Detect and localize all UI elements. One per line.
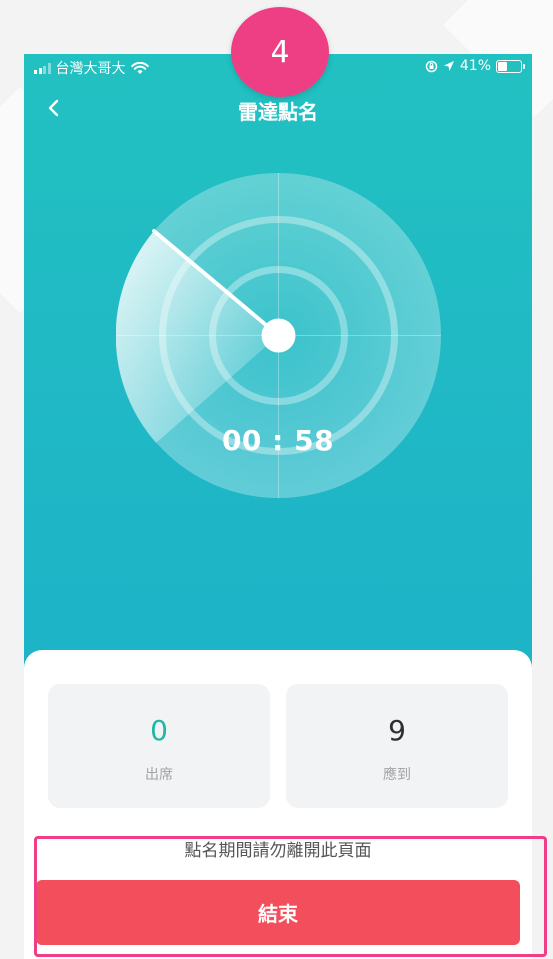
attended-count: 0: [150, 714, 168, 747]
radar-center-dot: [261, 318, 296, 353]
step-number-badge: 4: [231, 7, 329, 97]
orientation-lock-icon: [425, 60, 438, 72]
highlight-annotation-box: [34, 836, 547, 957]
phone-screen: 台灣大哥大 41% 雷達點名 00: 58 0 出席 9 應到 點名期間請勿離…: [24, 54, 532, 959]
location-arrow-icon: [443, 61, 454, 71]
page-title: 雷達點名: [238, 100, 318, 124]
expected-label: 應到: [383, 767, 411, 783]
attended-label: 出席: [145, 767, 173, 783]
battery-level: [498, 61, 507, 71]
battery-percent: 41%: [459, 58, 491, 74]
expected-count: 9: [388, 714, 406, 747]
status-right: 41%: [425, 58, 525, 74]
countdown-timer: 00 : 58: [221, 424, 335, 457]
wifi-icon: [130, 61, 149, 74]
battery-icon: [496, 59, 525, 73]
status-left: 台灣大哥大: [34, 58, 149, 78]
expected-card: 9 應到: [286, 684, 508, 808]
cellular-signal-icon: [34, 62, 51, 74]
attended-card: 0 出席: [48, 684, 270, 808]
carrier-name: 台灣大哥大: [55, 61, 126, 77]
